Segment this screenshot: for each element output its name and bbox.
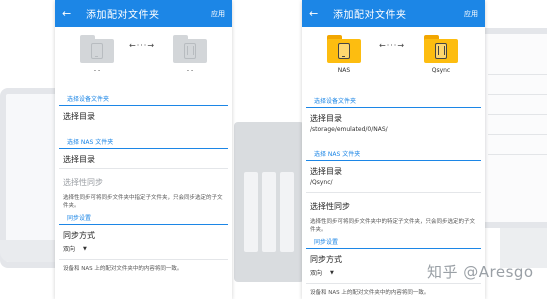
folder-pair-diagram: ←···→ NAS Qsync xyxy=(302,27,485,87)
sync-link-arrow: ←···→ xyxy=(129,41,156,50)
add-pair-folder-screen-empty: ← 添加配对文件夹 应用 ←···→ - - - - 选择设备文件夹 选择目录 … xyxy=(55,0,232,299)
nas-drive-slot xyxy=(244,172,258,252)
caret-down-icon: ▼ xyxy=(330,269,334,276)
nas-device-illustration xyxy=(234,122,304,282)
sync-mode-select[interactable]: 双向 ▼ xyxy=(55,241,232,256)
nas-select-directory[interactable]: 选择目录 xyxy=(302,161,485,177)
device-select-directory[interactable]: 选择目录 xyxy=(55,106,232,122)
nas-folder-label: Qsync xyxy=(431,67,451,74)
page-title: 添加配对文件夹 xyxy=(86,10,160,21)
app-bar: ← 添加配对文件夹 应用 xyxy=(55,0,232,27)
selective-sync-hint: 选择性同步可将同步文件夹中指定子文件夹，只会同步选定的子文件夹。 xyxy=(63,195,223,209)
nas-select-directory[interactable]: 选择目录 xyxy=(55,149,232,165)
monitor-chart-line xyxy=(488,154,547,155)
app-bar: ← 添加配对文件夹 应用 xyxy=(302,0,485,27)
device-folder-section-title: 选择设备文件夹 xyxy=(59,93,228,106)
monitor-chart-line xyxy=(488,134,547,135)
apply-button[interactable]: 应用 xyxy=(464,9,478,19)
back-arrow-icon[interactable]: ← xyxy=(309,8,321,19)
monitor-chart-line xyxy=(488,94,547,95)
device-select-directory[interactable]: 选择目录 xyxy=(302,108,485,124)
back-arrow-icon[interactable]: ← xyxy=(62,8,74,19)
page-title: 添加配对文件夹 xyxy=(333,10,407,21)
nas-folder-section-title: 选择 NAS 文件夹 xyxy=(306,148,481,161)
sync-settings-section-title: 同步设置 xyxy=(306,236,481,249)
apply-button[interactable]: 应用 xyxy=(211,9,225,19)
divider xyxy=(59,259,228,260)
sync-mode-label: 同步方式 xyxy=(63,231,95,240)
device-folder-label: NAS xyxy=(337,67,351,74)
phone-folder-icon xyxy=(80,35,114,63)
selective-sync-option[interactable]: 选择性同步 xyxy=(55,172,232,188)
monitor-illustration xyxy=(476,28,547,228)
nas-folder-icon xyxy=(424,35,458,63)
divider xyxy=(306,192,481,193)
device-folder-section-title: 选择设备文件夹 xyxy=(306,95,481,108)
nas-folder-icon xyxy=(173,35,207,63)
monitor-chart-line xyxy=(488,74,547,75)
selective-sync-hint: 选择性同步可将同步文件夹中的特定子文件夹，只会同步选定的子文件夹。 xyxy=(310,219,476,233)
caret-down-icon: ▼ xyxy=(83,245,87,252)
sync-mode-value: 双向 xyxy=(310,270,323,277)
nas-drive-slot xyxy=(262,172,276,252)
sync-mode-value: 双向 xyxy=(63,246,76,253)
nas-drive-slot xyxy=(280,172,294,252)
add-pair-folder-screen-filled: ← 添加配对文件夹 应用 ←···→ NAS Qsync 选择设备文件夹 选择目… xyxy=(302,0,485,299)
divider xyxy=(306,283,481,284)
sync-settings-section-title: 同步设置 xyxy=(59,212,228,225)
device-folder-path: /storage/emulated/0/NAS/ xyxy=(310,126,388,133)
folder-pair-diagram: ←···→ - - - - xyxy=(55,27,232,87)
phone-folder-icon xyxy=(327,35,361,63)
watermark: 知乎 @Aresgo xyxy=(427,263,534,281)
monitor-chart-line xyxy=(488,114,547,115)
sync-mode-hint: 设备和 NAS 上的配对文件夹中的内容将同一致。 xyxy=(310,290,430,296)
nas-folder-label: - - xyxy=(186,67,194,74)
sync-mode-hint: 设备和 NAS 上的配对文件夹中的内容将同一致。 xyxy=(63,266,183,272)
nas-folder-section-title: 选择 NAS 文件夹 xyxy=(59,136,228,149)
selective-sync-option[interactable]: 选择性同步 xyxy=(302,196,485,212)
nas-folder-path: /Qsync/ xyxy=(310,179,333,186)
device-folder-label: - - xyxy=(93,67,101,74)
sync-link-arrow: ←···→ xyxy=(379,41,406,50)
divider xyxy=(59,168,228,169)
